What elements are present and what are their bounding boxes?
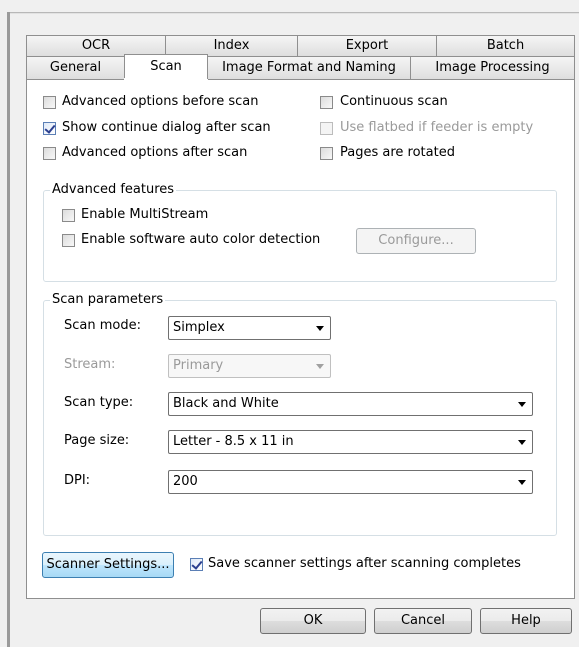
stream-dropdown: Primary xyxy=(168,354,331,378)
dialog-frame-top xyxy=(10,12,579,14)
scanner-settings-button[interactable]: Scanner Settings... xyxy=(42,552,174,578)
dpi-dropdown[interactable]: 200 xyxy=(168,470,533,494)
advanced-options-before-scan-checkbox[interactable] xyxy=(43,96,56,109)
tab-image-processing[interactable]: Image Processing xyxy=(410,56,575,79)
page-size-value: Letter - 8.5 x 11 in xyxy=(173,434,294,449)
stream-value: Primary xyxy=(173,358,224,373)
tab-scan[interactable]: Scan xyxy=(124,54,208,80)
enable-multistream-checkbox[interactable] xyxy=(62,209,75,222)
tab-image-format-naming[interactable]: Image Format and Naming xyxy=(207,56,411,79)
tab-batch[interactable]: Batch xyxy=(436,35,575,56)
dpi-label: DPI: xyxy=(64,473,91,488)
scan-type-dropdown[interactable]: Black and White xyxy=(168,392,533,416)
continuous-scan-label: Continuous scan xyxy=(340,94,448,109)
advanced-options-after-scan-checkbox[interactable] xyxy=(43,147,56,160)
tab-general[interactable]: General xyxy=(26,56,125,79)
cancel-button[interactable]: Cancel xyxy=(374,608,472,634)
advanced-options-after-scan-label: Advanced options after scan xyxy=(62,145,248,160)
chevron-down-icon xyxy=(518,480,526,485)
pages-are-rotated-label: Pages are rotated xyxy=(340,145,455,160)
scan-type-value: Black and White xyxy=(173,396,279,411)
chevron-down-icon xyxy=(316,364,324,369)
advanced-options-before-scan-label: Advanced options before scan xyxy=(62,94,259,109)
scan-type-label: Scan type: xyxy=(64,395,134,410)
configure-button: Configure... xyxy=(356,228,476,254)
chevron-down-icon xyxy=(518,440,526,445)
chevron-down-icon xyxy=(518,402,526,407)
tab-index[interactable]: Index xyxy=(165,35,298,56)
scan-mode-value: Simplex xyxy=(173,320,225,335)
auto-color-detection-checkbox[interactable] xyxy=(62,234,75,247)
save-scanner-settings-label: Save scanner settings after scanning com… xyxy=(208,556,521,571)
scan-mode-dropdown[interactable]: Simplex xyxy=(168,316,331,340)
dialog-frame-left xyxy=(7,12,10,647)
pages-are-rotated-checkbox[interactable] xyxy=(320,147,333,160)
scan-mode-label: Scan mode: xyxy=(64,318,141,333)
use-flatbed-checkbox xyxy=(320,122,333,135)
advanced-features-title: Advanced features xyxy=(50,182,177,198)
continuous-scan-checkbox[interactable] xyxy=(320,96,333,109)
use-flatbed-label: Use flatbed if feeder is empty xyxy=(340,120,534,135)
show-continue-dialog-checkbox[interactable] xyxy=(43,122,56,135)
stream-label: Stream: xyxy=(64,357,116,372)
auto-color-detection-label: Enable software auto color detection xyxy=(81,232,321,247)
active-tab-joiner xyxy=(124,78,208,81)
tab-ocr[interactable]: OCR xyxy=(26,35,166,56)
show-continue-dialog-label: Show continue dialog after scan xyxy=(62,120,271,135)
chevron-down-icon xyxy=(316,326,324,331)
dpi-value: 200 xyxy=(173,474,198,489)
ok-button[interactable]: OK xyxy=(260,608,366,634)
scan-parameters-title: Scan parameters xyxy=(50,292,166,308)
save-scanner-settings-checkbox[interactable] xyxy=(190,558,203,571)
page-size-label: Page size: xyxy=(64,433,130,448)
help-button[interactable]: Help xyxy=(480,608,572,634)
page-size-dropdown[interactable]: Letter - 8.5 x 11 in xyxy=(168,430,533,454)
tab-export[interactable]: Export xyxy=(297,35,437,56)
enable-multistream-label: Enable MultiStream xyxy=(81,207,209,222)
